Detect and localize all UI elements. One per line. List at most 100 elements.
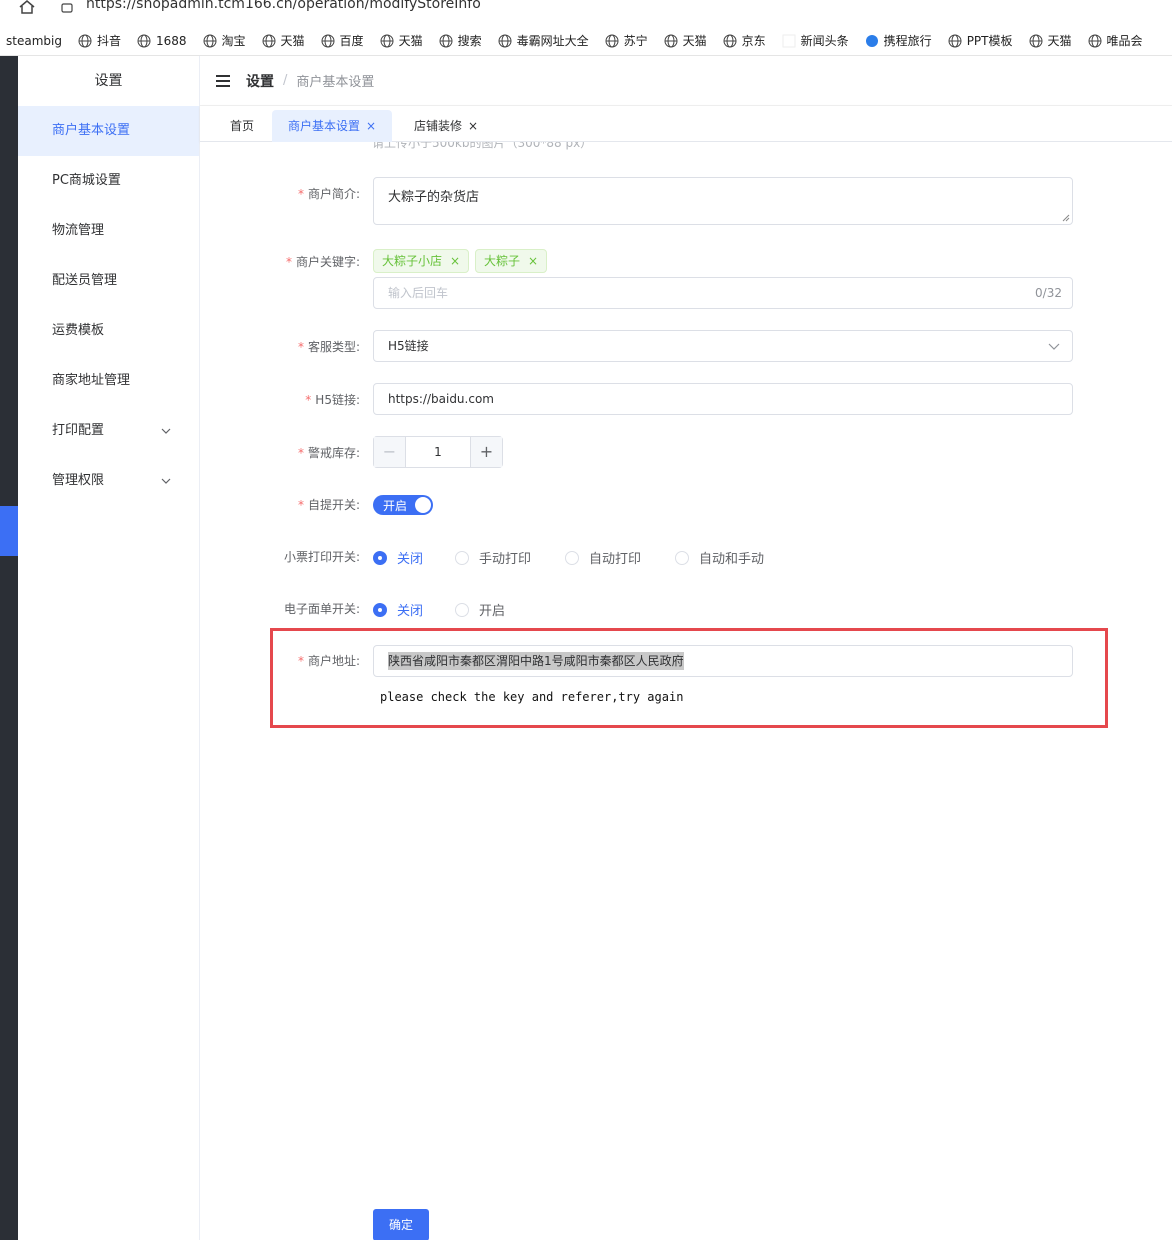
news-icon <box>782 34 796 47</box>
globe-icon <box>664 34 678 47</box>
h5-link-input[interactable]: https://baidu.com <box>373 383 1073 415</box>
top-header: 设置 / 商户基本设置 <box>200 56 1172 106</box>
bookmark-item[interactable]: 天猫 <box>380 32 423 49</box>
bookmark-item[interactable]: 抖音 <box>78 32 121 49</box>
sidebar-item-permissions[interactable]: 管理权限 <box>18 456 199 506</box>
service-type-label: * 客服类型: <box>297 340 360 354</box>
settings-sidebar: 设置 商户基本设置 PC商城设置 物流管理 配送员管理 运费模板 商家地址管理 … <box>18 56 200 1240</box>
address-error-message: please check the key and referer,try aga… <box>380 690 684 704</box>
resize-handle-icon[interactable] <box>1062 214 1070 222</box>
bookmark-item[interactable]: 百度 <box>321 32 364 49</box>
receipt-print-option[interactable]: 关闭 <box>373 548 423 567</box>
tabs-bar: 首页 商户基本设置 × 店铺装修 × <box>200 106 1172 142</box>
url-text[interactable]: https://shopadmin.tcm166.cn/operation/mo… <box>86 0 481 12</box>
sidebar-item-logistics[interactable]: 物流管理 <box>18 206 199 256</box>
menu-toggle-icon[interactable] <box>216 74 230 87</box>
globe-icon <box>439 34 453 47</box>
globe-icon <box>605 34 619 47</box>
confirm-button[interactable]: 确定 <box>373 1209 429 1240</box>
tab-merchant-basic[interactable]: 商户基本设置 × <box>272 110 393 142</box>
stock-alert-label: * 警戒库存: <box>297 446 360 460</box>
tab-home[interactable]: 首页 <box>214 110 270 142</box>
bookmark-item[interactable]: 唯品会 <box>1088 32 1143 49</box>
receipt-print-label: 小票打印开关: <box>283 550 360 564</box>
ctrip-icon <box>865 34 878 47</box>
primary-nav-active-item[interactable] <box>0 506 18 556</box>
receipt-print-option[interactable]: 自动打印 <box>565 548 641 567</box>
tab-store-decor[interactable]: 店铺装修 × <box>398 110 494 142</box>
sidebar-item-pc-mall[interactable]: PC商城设置 <box>18 156 199 206</box>
self-pickup-label: * 自提开关: <box>297 498 360 512</box>
bookmark-item[interactable]: 搜索 <box>439 32 482 49</box>
upload-hint: 请上传小于500kb的图片（300*88 px） <box>372 142 593 150</box>
bookmark-item[interactable]: 淘宝 <box>203 32 246 49</box>
receipt-print-option[interactable]: 手动打印 <box>455 548 531 567</box>
h5-link-label: * H5链接: <box>305 393 360 407</box>
receipt-print-option[interactable]: 自动和手动 <box>675 548 764 567</box>
close-icon[interactable]: × <box>528 254 538 268</box>
globe-icon <box>203 34 217 47</box>
self-pickup-switch[interactable]: 开启 <box>373 495 433 515</box>
breadcrumb-separator: / <box>283 73 288 88</box>
chevron-down-icon <box>161 428 171 434</box>
intro-label: * 商户简介: <box>297 187 360 201</box>
sidebar-item-merchant-address[interactable]: 商家地址管理 <box>18 356 199 406</box>
sidebar-item-print-config[interactable]: 打印配置 <box>18 406 199 456</box>
globe-icon <box>498 34 512 47</box>
stock-alert-value[interactable]: 1 <box>406 437 470 467</box>
close-icon[interactable]: × <box>450 254 460 268</box>
keywords-label: * 商户关键字: <box>285 255 360 269</box>
site-info-icon[interactable] <box>60 0 74 14</box>
bookmark-item[interactable]: 天猫 <box>1029 32 1072 49</box>
keyword-tag: 大粽子 × <box>475 249 548 273</box>
close-icon[interactable]: × <box>366 119 376 133</box>
sidebar-item-merchant-basic[interactable]: 商户基本设置 <box>18 106 199 156</box>
keyword-tag: 大粽子小店 × <box>373 249 470 273</box>
bookmark-item[interactable]: 1688 <box>137 34 187 48</box>
globe-icon <box>1029 34 1042 47</box>
intro-textarea[interactable]: 大粽子的杂货店 <box>373 177 1073 225</box>
bookmark-item[interactable]: 天猫 <box>664 32 707 49</box>
address-label: * 商户地址: <box>297 654 360 668</box>
service-type-select[interactable]: H5链接 <box>373 330 1073 362</box>
chevron-down-icon <box>1048 343 1060 350</box>
keyword-input[interactable]: 输入后回车 0/32 <box>373 277 1073 309</box>
bookmarks-bar: steambig 抖音 1688 淘宝 天猫 百度 天猫 搜索 毒霸网址大全 苏… <box>0 26 1172 56</box>
bookmark-item[interactable]: steambig <box>6 34 62 48</box>
annotation-highlight-box <box>270 628 1108 728</box>
globe-icon <box>1088 34 1102 47</box>
home-icon[interactable] <box>18 0 36 16</box>
e-waybill-label: 电子面单开关: <box>283 602 360 616</box>
globe-icon <box>321 34 335 47</box>
sidebar-title: 设置 <box>94 73 123 89</box>
bookmark-item[interactable]: 毒霸网址大全 <box>498 32 589 49</box>
globe-icon <box>380 34 394 47</box>
e-waybill-option[interactable]: 开启 <box>455 600 505 619</box>
bookmark-item[interactable]: 天猫 <box>262 32 305 49</box>
bookmark-item[interactable]: 携程旅行 <box>865 32 932 49</box>
decrement-button[interactable]: − <box>374 437 406 467</box>
sidebar-item-couriers[interactable]: 配送员管理 <box>18 256 199 306</box>
bookmark-item[interactable]: 新闻头条 <box>782 32 849 49</box>
globe-icon <box>78 34 92 47</box>
char-counter: 0/32 <box>1035 286 1062 300</box>
bookmark-item[interactable]: 京东 <box>723 32 766 49</box>
form-content: 请上传小于500kb的图片（300*88 px） * 商户简介: 大粽子的杂货店 … <box>200 142 1172 1240</box>
increment-button[interactable]: + <box>470 437 502 467</box>
primary-nav-strip <box>0 56 18 1240</box>
e-waybill-option[interactable]: 关闭 <box>373 600 423 619</box>
switch-knob <box>415 497 431 513</box>
breadcrumb-current: 商户基本设置 <box>296 75 375 90</box>
close-icon[interactable]: × <box>468 119 478 133</box>
sidebar-item-shipping-templates[interactable]: 运费模板 <box>18 306 199 356</box>
bookmark-item[interactable]: 苏宁 <box>605 32 648 49</box>
address-input[interactable]: 陕西省咸阳市秦都区渭阳中路1号咸阳市秦都区人民政府 <box>373 645 1073 677</box>
globe-icon <box>948 34 962 47</box>
address-value: 陕西省咸阳市秦都区渭阳中路1号咸阳市秦都区人民政府 <box>388 652 684 670</box>
globe-icon <box>723 34 737 47</box>
stock-alert-stepper: − 1 + <box>373 436 503 468</box>
globe-icon <box>262 34 276 47</box>
bookmark-item[interactable]: PPT模板 <box>948 32 1013 49</box>
breadcrumb-root[interactable]: 设置 <box>246 71 274 91</box>
globe-icon <box>137 34 151 47</box>
